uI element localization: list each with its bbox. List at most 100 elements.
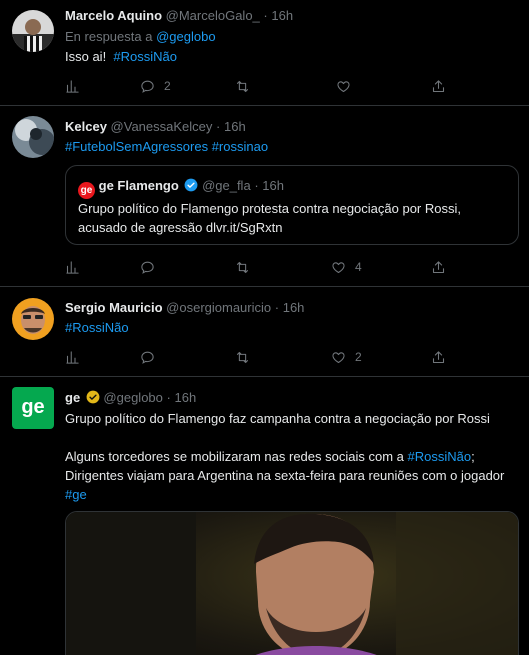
hashtag-link[interactable]: #RossiNão bbox=[113, 49, 177, 64]
tweet-actions: 2 bbox=[65, 76, 445, 96]
avatar-image bbox=[12, 116, 54, 158]
retweet-button[interactable] bbox=[235, 257, 250, 277]
tweet-text-segment: ; bbox=[471, 449, 475, 464]
avatar-image bbox=[12, 10, 54, 52]
like-button[interactable]: 2 bbox=[331, 347, 362, 367]
reply-prefix: En respuesta a bbox=[65, 29, 153, 44]
quoted-tweet-header: ge ge Flamengo @ge_fla · 16h bbox=[78, 177, 284, 199]
quoted-text-line: acusado de agressão dlvr.it/SgRxtn bbox=[78, 220, 283, 235]
hashtag-link[interactable]: #FutebolSemAgressores bbox=[65, 139, 208, 154]
tweet-actions: 4 bbox=[65, 257, 445, 277]
author-name[interactable]: ge bbox=[65, 390, 80, 405]
separator-dot: · bbox=[263, 8, 268, 23]
tweet-text-prefix: Isso ai! bbox=[65, 49, 107, 64]
verified-badge-icon bbox=[185, 178, 198, 192]
share-icon bbox=[431, 260, 446, 275]
reply-context: En respuesta a @geglobo bbox=[65, 27, 519, 46]
views-button[interactable] bbox=[65, 347, 80, 367]
author-handle[interactable]: @osergiomauricio bbox=[166, 300, 271, 315]
avatar[interactable] bbox=[12, 10, 54, 52]
share-button[interactable] bbox=[431, 257, 446, 277]
timestamp[interactable]: 16h bbox=[283, 300, 305, 315]
author-name[interactable]: Sergio Mauricio bbox=[65, 300, 163, 315]
timestamp[interactable]: 16h bbox=[174, 390, 196, 405]
tweet-text-line: Grupo político do Flamengo faz campanha … bbox=[65, 411, 490, 426]
quoted-author-name[interactable]: ge Flamengo bbox=[99, 178, 179, 193]
separator-dot: · bbox=[166, 390, 171, 405]
quoted-timestamp[interactable]: 16h bbox=[262, 178, 284, 193]
quoted-tweet-text: Grupo político do Flamengo protesta cont… bbox=[78, 199, 461, 237]
hashtag-link[interactable]: #RossiNão bbox=[65, 320, 129, 335]
author-handle[interactable]: @geglobo bbox=[103, 390, 162, 405]
like-button[interactable] bbox=[336, 76, 351, 96]
author-handle[interactable]: @VanessaKelcey bbox=[111, 119, 213, 134]
hashtag-link[interactable]: #ge bbox=[65, 487, 87, 502]
tweet-text-line: Alguns torcedores se mobilizaram nas red… bbox=[65, 447, 519, 466]
tweet-text-segment: Alguns torcedores se mobilizaram nas red… bbox=[65, 449, 404, 464]
reply-icon bbox=[140, 79, 155, 94]
reply-count: 2 bbox=[164, 79, 171, 93]
reply-icon bbox=[140, 350, 155, 365]
heart-icon bbox=[331, 260, 346, 275]
avatar[interactable] bbox=[12, 116, 54, 158]
like-button[interactable]: 4 bbox=[331, 257, 362, 277]
retweet-icon bbox=[235, 260, 250, 275]
tweet-text-line: Dirigentes viajam para Argentina na sext… bbox=[65, 468, 505, 483]
reply-button[interactable] bbox=[140, 257, 155, 277]
timestamp[interactable]: 16h bbox=[224, 119, 246, 134]
author-handle[interactable]: @MarceloGalo_ bbox=[166, 8, 260, 23]
retweet-icon bbox=[235, 79, 250, 94]
quoted-avatar[interactable]: ge bbox=[78, 182, 95, 199]
player-photo bbox=[66, 512, 518, 655]
tweet-text-line: #ge bbox=[65, 485, 519, 504]
quoted-tweet[interactable]: ge ge Flamengo @ge_fla · 16h Grupo polít… bbox=[65, 165, 519, 245]
ge-logo-text: ge bbox=[21, 396, 45, 418]
share-button[interactable] bbox=[431, 76, 446, 96]
views-button[interactable] bbox=[65, 76, 80, 96]
avatar[interactable] bbox=[12, 298, 54, 340]
author-name[interactable]: Kelcey bbox=[65, 119, 107, 134]
tweet[interactable]: Sergio Mauricio @osergiomauricio · 16h #… bbox=[0, 287, 529, 377]
retweet-button[interactable] bbox=[235, 347, 250, 367]
tweet-actions: 2 bbox=[65, 347, 445, 367]
tweet-header: Sergio Mauricio @osergiomauricio · 16h bbox=[65, 299, 519, 317]
author-name[interactable]: Marcelo Aquino bbox=[65, 8, 162, 23]
share-icon bbox=[431, 350, 446, 365]
separator-dot: · bbox=[254, 178, 259, 193]
views-button[interactable] bbox=[65, 257, 80, 277]
avatar-image bbox=[12, 298, 54, 340]
reply-button[interactable]: 2 bbox=[140, 76, 171, 96]
quoted-author-handle[interactable]: @ge_fla bbox=[202, 178, 251, 193]
tweet-header: Kelcey @VanessaKelcey · 16h bbox=[65, 118, 519, 136]
heart-icon bbox=[336, 79, 351, 94]
hashtag-link[interactable]: #rossinao bbox=[212, 139, 268, 154]
tweet-header: ge @geglobo · 16h bbox=[65, 389, 519, 407]
quoted-text-line: Grupo político do Flamengo protesta cont… bbox=[78, 201, 461, 216]
like-count: 2 bbox=[355, 350, 362, 364]
tweet[interactable]: Marcelo Aquino @MarceloGalo_ · 16h En re… bbox=[0, 0, 529, 106]
tweet[interactable]: Kelcey @VanessaKelcey · 16h #FutebolSemA… bbox=[0, 106, 529, 287]
tweet-text: #FutebolSemAgressores #rossinao bbox=[65, 137, 519, 156]
hashtag-link[interactable]: #RossiNão bbox=[408, 449, 472, 464]
reply-button[interactable] bbox=[140, 347, 155, 367]
separator-dot: · bbox=[274, 300, 280, 315]
timestamp[interactable]: 16h bbox=[271, 8, 293, 23]
retweet-icon bbox=[235, 350, 250, 365]
bar-chart-icon bbox=[65, 260, 80, 275]
bar-chart-icon bbox=[65, 350, 80, 365]
share-button[interactable] bbox=[431, 347, 446, 367]
avatar[interactable]: ge bbox=[12, 387, 54, 429]
tweet-media-image[interactable] bbox=[65, 511, 519, 655]
tweet-text: #RossiNão bbox=[65, 318, 519, 337]
reply-icon bbox=[140, 260, 155, 275]
heart-icon bbox=[331, 350, 346, 365]
retweet-button[interactable] bbox=[235, 76, 250, 96]
separator-dot: · bbox=[216, 119, 221, 134]
tweet-header: Marcelo Aquino @MarceloGalo_ · 16h bbox=[65, 7, 519, 25]
tweet[interactable]: ge ge @geglobo · 16h Grupo político do F… bbox=[0, 377, 529, 655]
bar-chart-icon bbox=[65, 79, 80, 94]
share-icon bbox=[431, 79, 446, 94]
like-count: 4 bbox=[355, 260, 362, 274]
verified-badge-icon bbox=[86, 390, 100, 404]
reply-handle-link[interactable]: @geglobo bbox=[156, 29, 215, 44]
